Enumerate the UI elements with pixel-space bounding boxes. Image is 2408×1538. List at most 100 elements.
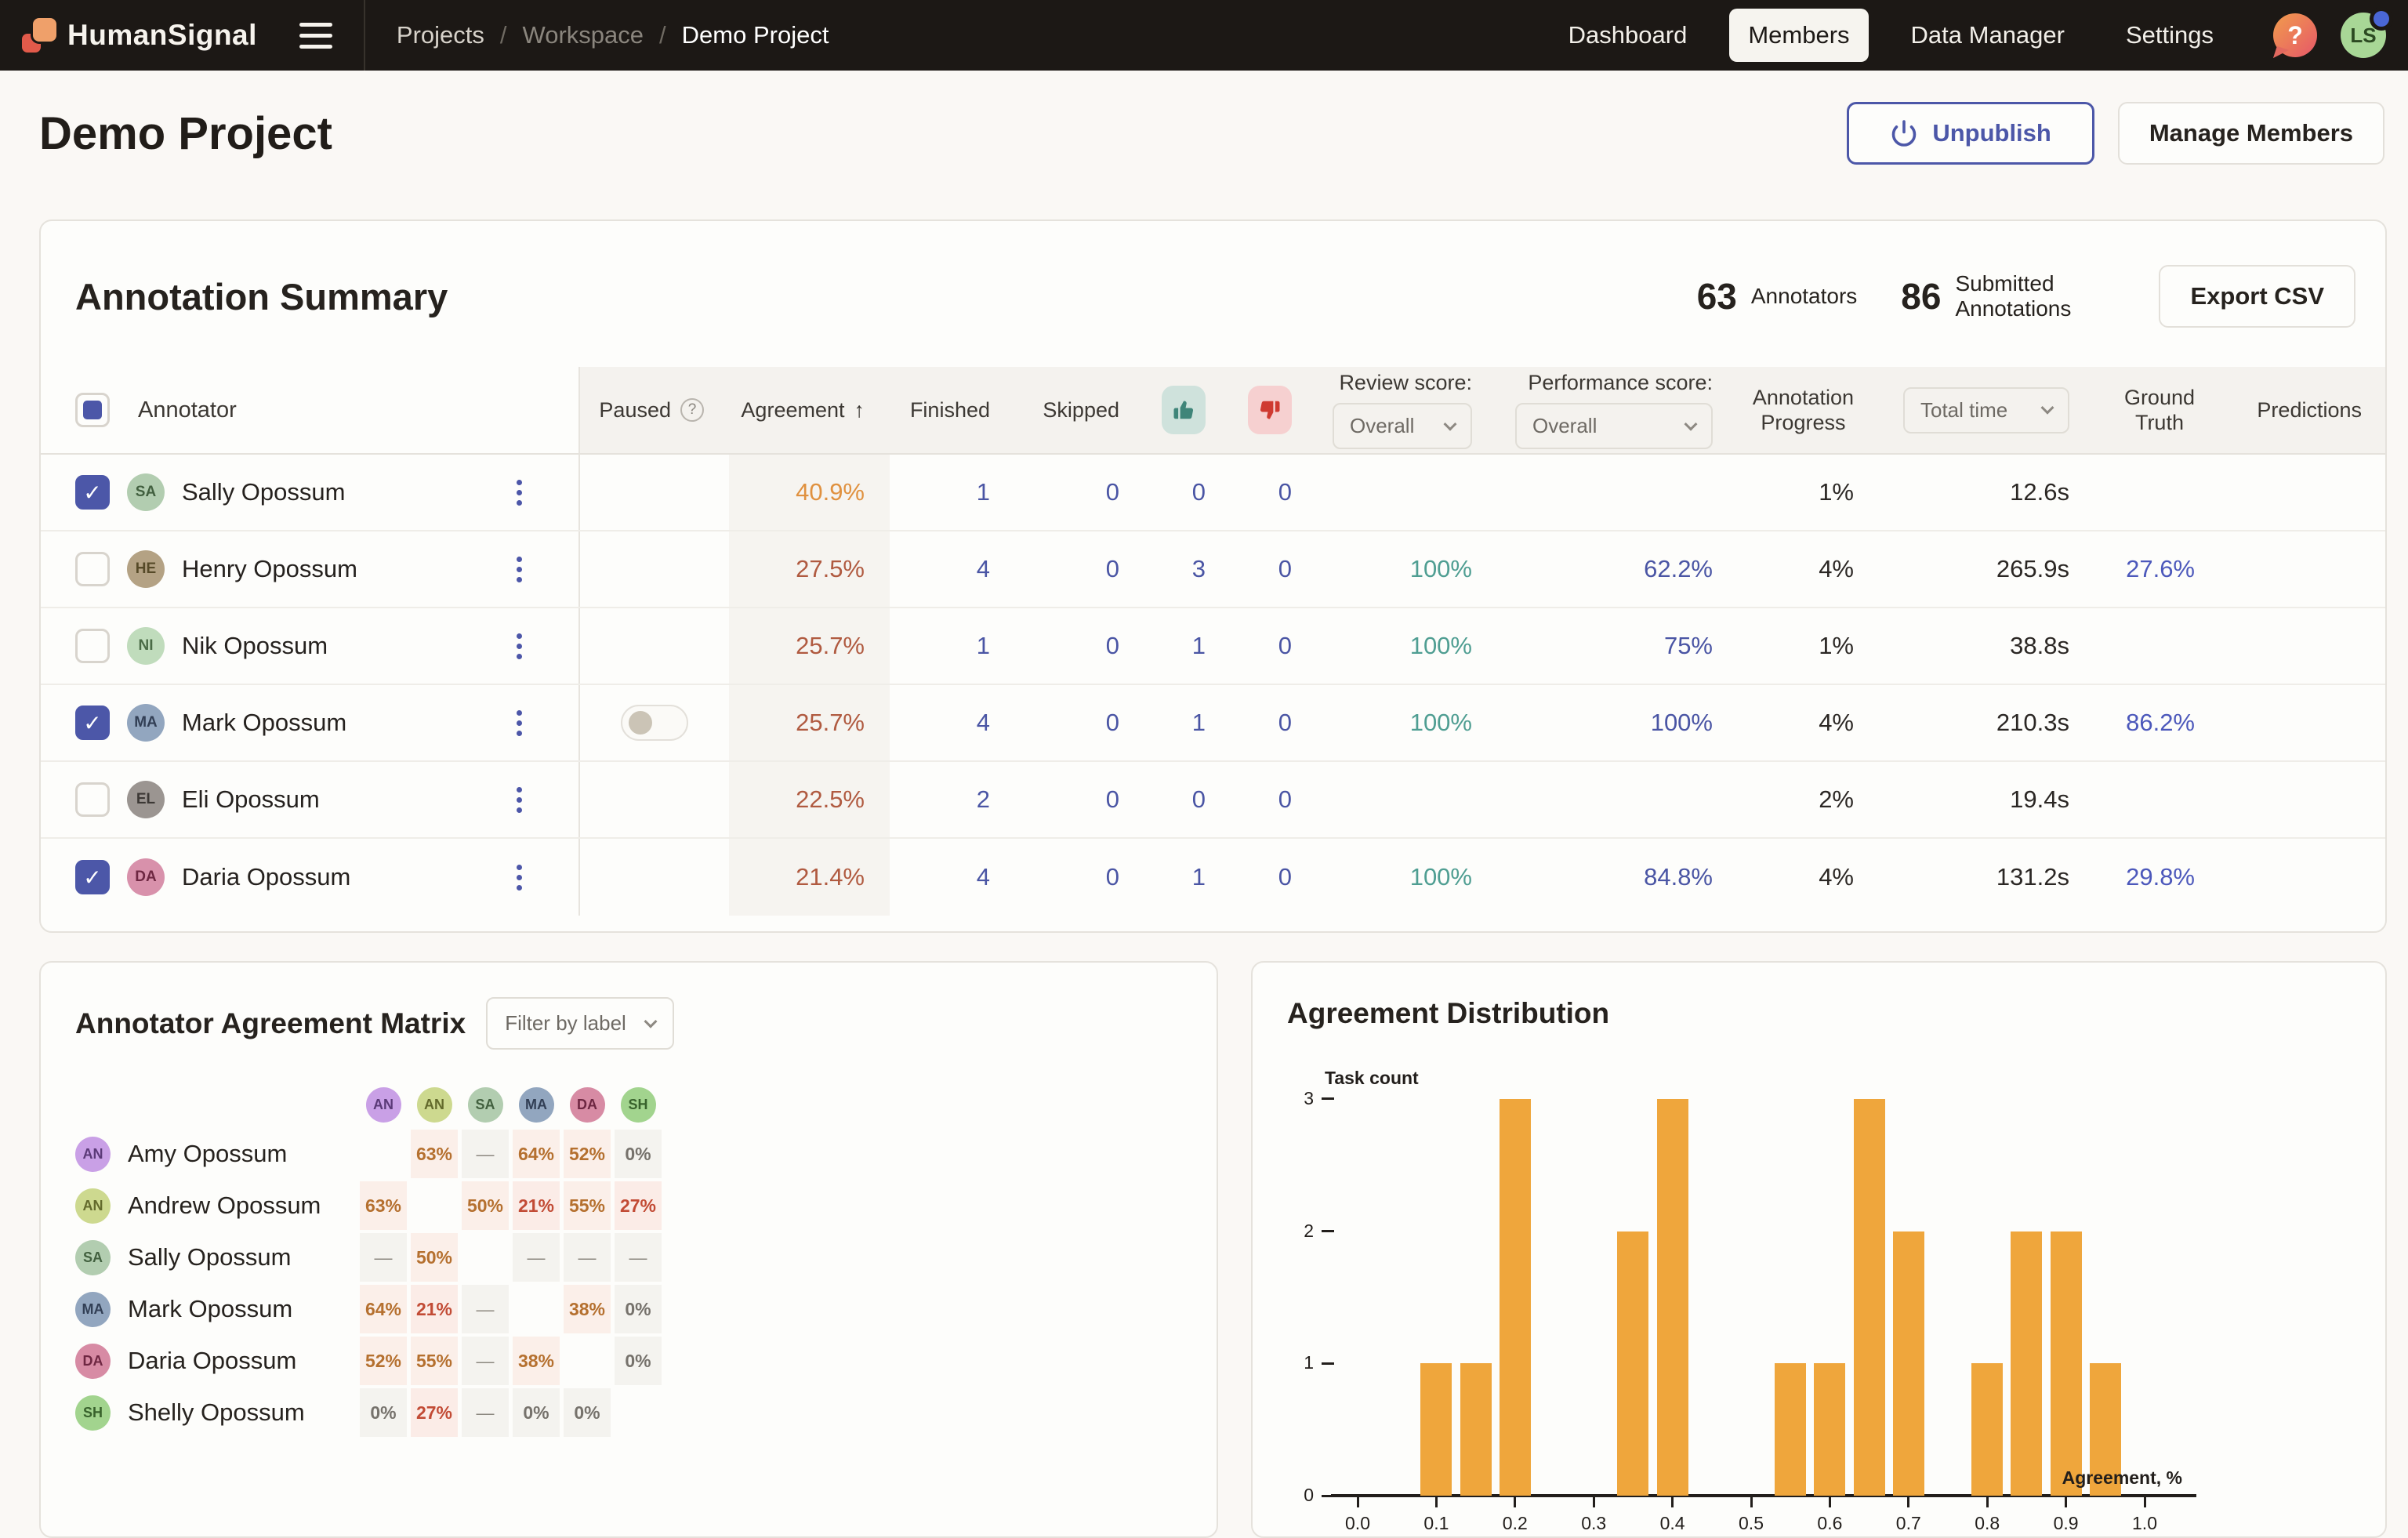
table-row: EL Eli Opossum 22.5% 2 0 0 0 2% 19.4s — [41, 762, 2385, 839]
matrix-row-label: MA Mark Opossum — [75, 1285, 356, 1333]
row-menu-icon[interactable] — [512, 552, 527, 587]
total-time-cell: 265.9s — [1879, 531, 2094, 607]
paused-cell — [580, 762, 729, 837]
annotator-cell: ✓ MA Mark Opossum — [41, 685, 580, 760]
performance-score-select[interactable]: Overall — [1515, 403, 1713, 449]
skipped-cell: 0 — [1015, 531, 1144, 607]
row-checkbox[interactable]: ✓ — [75, 475, 110, 510]
breadcrumb-projects[interactable]: Projects — [397, 21, 484, 49]
matrix-cell: 64% — [513, 1130, 560, 1178]
annotation-progress-cell: 4% — [1738, 685, 1879, 760]
matrix-cell: 52% — [360, 1337, 407, 1385]
annotator-avatar: MA — [127, 704, 165, 742]
manage-members-button[interactable]: Manage Members — [2118, 102, 2384, 165]
annotation-progress-cell: 4% — [1738, 839, 1879, 916]
breadcrumb-current: Demo Project — [682, 21, 829, 49]
matrix-cell: — — [462, 1388, 509, 1437]
y-tick — [1322, 1495, 1334, 1497]
agreement-cell: 22.5% — [729, 762, 890, 837]
matrix-cell: 27% — [411, 1388, 458, 1437]
paused-cell — [580, 839, 729, 916]
row-menu-icon[interactable] — [512, 860, 527, 895]
submitted-annotations-stat: 86 Submitted Annotations — [1901, 271, 2104, 321]
matrix-row-label: SA Sally Opossum — [75, 1233, 356, 1282]
x-tick — [1357, 1497, 1359, 1507]
row-checkbox[interactable] — [75, 782, 110, 817]
thumbs-up-cell: 0 — [1144, 455, 1231, 530]
filter-by-label-select[interactable]: Filter by label — [486, 997, 674, 1050]
submitted-label: Submitted Annotations — [1955, 271, 2104, 321]
annotator-avatar: HE — [127, 550, 165, 588]
predictions-cell — [2220, 608, 2387, 684]
sort-ascending-icon: ↑ — [854, 398, 865, 423]
paused-toggle[interactable] — [621, 705, 688, 741]
matrix-cell — [564, 1337, 611, 1385]
y-tick — [1322, 1097, 1334, 1100]
predictions-cell — [2220, 762, 2387, 837]
skipped-column-header: Skipped — [1015, 367, 1144, 453]
row-menu-icon[interactable] — [512, 475, 527, 510]
predictions-cell — [2220, 531, 2387, 607]
histogram-bar — [1657, 1099, 1688, 1496]
export-csv-button[interactable]: Export CSV — [2159, 265, 2355, 328]
predictions-cell — [2220, 839, 2387, 916]
y-tick-label: 1 — [1267, 1352, 1314, 1373]
row-menu-icon[interactable] — [512, 782, 527, 818]
annotator-avatar: NI — [127, 627, 165, 665]
total-time-cell: 210.3s — [1879, 685, 2094, 760]
y-tick-label: 0 — [1267, 1485, 1314, 1506]
x-tick-label: 0.2 — [1503, 1513, 1528, 1534]
annotator-name: Sally Opossum — [182, 478, 345, 506]
x-tick — [1593, 1497, 1595, 1507]
row-menu-icon[interactable] — [512, 706, 527, 741]
row-checkbox[interactable]: ✓ — [75, 706, 110, 740]
agreement-column-header[interactable]: Agreement ↑ — [729, 367, 890, 453]
ground-truth-cell — [2094, 455, 2220, 530]
matrix-row-label: SH Shelly Opossum — [75, 1388, 356, 1437]
annotators-stat: 63 Annotators — [1697, 275, 1858, 317]
x-tick-label: 0.4 — [1660, 1513, 1685, 1534]
row-checkbox[interactable]: ✓ — [75, 860, 110, 894]
x-tick — [1750, 1497, 1753, 1507]
histogram-bar — [1500, 1099, 1531, 1496]
chevron-down-icon — [644, 1014, 658, 1028]
finished-cell: 4 — [890, 685, 1015, 760]
thumbs-up-cell: 1 — [1144, 685, 1231, 760]
agreement-matrix: ANANSAMADASH AN Amy Opossum63%—64%52%0% … — [75, 1083, 1182, 1437]
row-checkbox[interactable] — [75, 629, 110, 663]
annotator-cell: HE Henry Opossum — [41, 531, 580, 607]
thumbs-down-cell: 0 — [1231, 685, 1317, 760]
paused-info-icon[interactable]: ? — [680, 398, 704, 422]
nav-members[interactable]: Members — [1729, 9, 1868, 62]
matrix-cell: — — [462, 1130, 509, 1178]
humansignal-logo[interactable]: HumanSignal — [22, 18, 257, 53]
total-time-select[interactable]: Total time — [1903, 387, 2069, 433]
help-icon[interactable]: ? — [2273, 13, 2317, 57]
page-title: Demo Project — [39, 107, 332, 160]
nav-dashboard[interactable]: Dashboard — [1550, 9, 1706, 62]
hamburger-menu-icon[interactable] — [295, 18, 337, 53]
user-avatar[interactable]: LS — [2341, 13, 2386, 58]
review-score-select[interactable]: Overall — [1333, 403, 1472, 449]
select-all-checkbox[interactable] — [75, 393, 110, 427]
matrix-cell — [615, 1388, 662, 1437]
unpublish-button[interactable]: Unpublish — [1847, 102, 2094, 165]
matrix-row-name: Shelly Opossum — [128, 1398, 305, 1427]
matrix-cell: 55% — [564, 1181, 611, 1230]
annotator-cell: NI Nik Opossum — [41, 608, 580, 684]
nav-data-manager[interactable]: Data Manager — [1892, 9, 2083, 62]
row-checkbox[interactable] — [75, 552, 110, 586]
row-menu-icon[interactable] — [512, 629, 527, 664]
breadcrumb-workspace[interactable]: Workspace — [523, 21, 644, 49]
agreement-cell: 21.4% — [729, 839, 890, 916]
matrix-cell: 0% — [513, 1388, 560, 1437]
matrix-column-avatar: SA — [462, 1083, 509, 1126]
x-tick-label: 0.0 — [1345, 1513, 1370, 1534]
performance-score-cell: 62.2% — [1497, 531, 1738, 607]
nav-settings[interactable]: Settings — [2107, 9, 2232, 62]
histogram-bar — [1971, 1363, 2003, 1496]
matrix-row-name: Sally Opossum — [128, 1243, 291, 1271]
matrix-row-name: Mark Opossum — [128, 1295, 292, 1323]
matrix-title: Annotator Agreement Matrix — [75, 1007, 466, 1040]
x-tick — [1671, 1497, 1674, 1507]
